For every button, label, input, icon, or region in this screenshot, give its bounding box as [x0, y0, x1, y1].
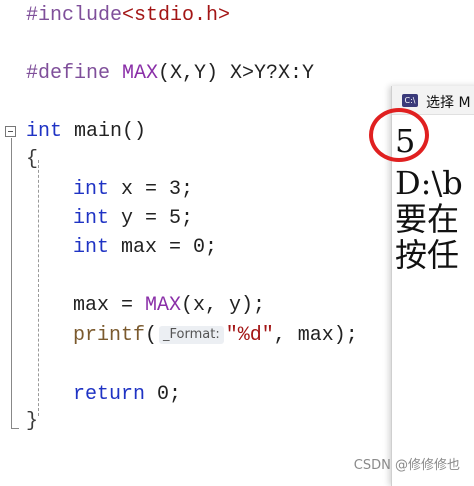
keyword-int: int	[73, 236, 110, 259]
include-header: <stdio.h>	[122, 4, 231, 27]
main-signature: main()	[62, 120, 147, 143]
preprocessor-include: #include	[26, 4, 123, 27]
decl-max: max = 0;	[109, 236, 218, 259]
console-output-line: D:\b	[395, 164, 463, 202]
keyword-return: return	[73, 383, 146, 406]
macro-body: (X,Y) X>Y?X:Y	[158, 62, 315, 85]
decl-y: y = 5;	[109, 207, 194, 230]
keyword-int: int	[73, 207, 110, 230]
watermark: CSDN @修修修也	[353, 458, 460, 473]
console-app-icon: C:\	[402, 94, 418, 107]
macro-name: MAX	[122, 62, 159, 85]
return-value: 0;	[145, 383, 182, 406]
printf-name: printf	[73, 324, 146, 347]
macro-call: MAX	[145, 294, 182, 317]
code-line-include[interactable]: #include<stdio.h>	[26, 4, 230, 28]
code-line-main[interactable]: int main()	[26, 120, 146, 144]
paren-open: (	[145, 324, 158, 347]
assign-lhs: max =	[73, 294, 146, 317]
decl-x: x = 3;	[109, 178, 194, 201]
parameter-hint: _Format:	[159, 326, 224, 344]
keyword-int: int	[73, 178, 110, 201]
format-string: "%d"	[225, 324, 274, 347]
fold-toggle-icon[interactable]	[5, 126, 16, 137]
printf-args: , max);	[273, 324, 358, 347]
red-highlight-circle	[369, 108, 429, 162]
preprocessor-define: #define	[26, 62, 123, 85]
keyword-int: int	[26, 120, 63, 143]
console-output-line: 要在	[395, 200, 460, 238]
close-brace: }	[26, 410, 39, 433]
open-brace: {	[26, 148, 39, 171]
code-line-return[interactable]: return 0;	[73, 383, 181, 407]
code-line-y[interactable]: int y = 5;	[73, 207, 193, 231]
code-line-assign[interactable]: max = MAX(x, y);	[73, 294, 265, 318]
code-line-printf[interactable]: printf(_Format: "%d", max);	[73, 324, 358, 348]
code-line-x[interactable]: int x = 3;	[73, 178, 193, 202]
code-line-define[interactable]: #define MAX(X,Y) X>Y?X:Y	[26, 62, 314, 86]
code-line-max[interactable]: int max = 0;	[73, 236, 217, 260]
console-output-line: 按任	[395, 236, 460, 274]
fold-guide-end	[11, 428, 19, 429]
indent-guide	[38, 160, 39, 416]
code-line-close-brace[interactable]: }	[26, 410, 38, 434]
macro-args: (x, y);	[181, 294, 266, 317]
code-line-open-brace[interactable]: {	[26, 148, 38, 172]
fold-guide-line	[11, 138, 12, 428]
console-title: 选择 M	[426, 95, 471, 111]
